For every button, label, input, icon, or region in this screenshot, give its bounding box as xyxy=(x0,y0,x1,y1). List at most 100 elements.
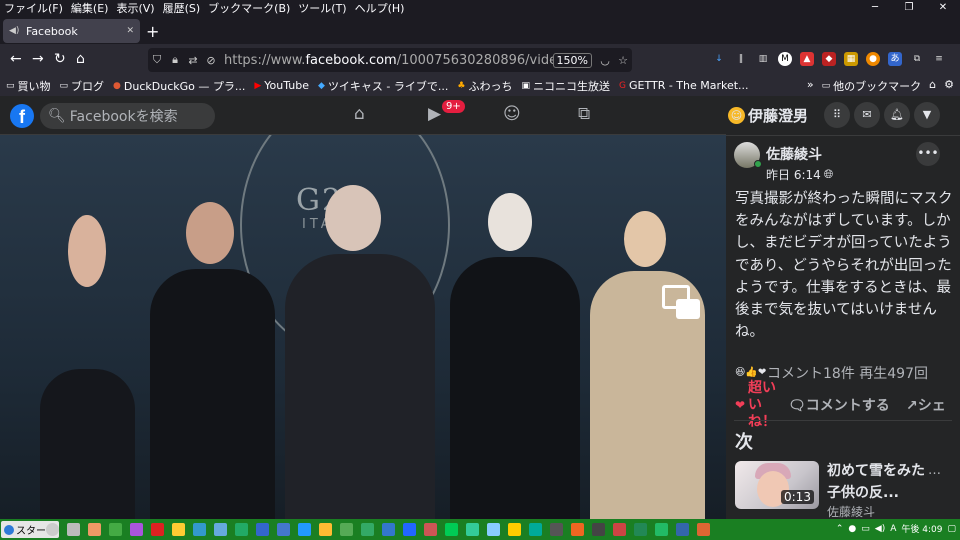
app-green4-icon[interactable] xyxy=(655,523,668,536)
bookmark-add-icon[interactable]: ⌂ xyxy=(929,78,936,94)
notification-center-icon[interactable]: ▢ xyxy=(947,524,956,534)
network-icon[interactable]: ▭ xyxy=(861,524,870,534)
shield-icon[interactable]: ⛉ xyxy=(148,53,166,67)
heart-icon[interactable]: ❤ xyxy=(735,398,745,412)
menu-edit[interactable]: 編集(E) xyxy=(67,0,113,16)
extension-m-icon[interactable]: M xyxy=(778,52,792,66)
extension-orange-icon[interactable]: ● xyxy=(866,52,880,66)
post-author[interactable]: 佐藤綾斗 xyxy=(766,144,822,164)
zoom-level[interactable]: 150% xyxy=(552,52,592,68)
menu-history[interactable]: 履歴(S) xyxy=(159,0,205,16)
youtube-taskbar-icon[interactable] xyxy=(151,523,164,536)
post-options-button[interactable]: ••• xyxy=(916,142,940,166)
facebook-logo-icon[interactable]: f xyxy=(10,104,34,128)
comment-button[interactable]: 🗨︎コメントする xyxy=(788,395,890,415)
app-yellow-icon[interactable] xyxy=(319,523,332,536)
new-tab-button[interactable]: + xyxy=(146,22,159,41)
app-gold-icon[interactable] xyxy=(508,523,521,536)
chrome-taskbar-icon[interactable] xyxy=(109,523,122,536)
url-text[interactable]: https://www.facebook.com/100075630280896… xyxy=(220,53,553,68)
app-window-icon[interactable] xyxy=(277,523,290,536)
app-orange-icon[interactable] xyxy=(571,523,584,536)
download-icon[interactable]: ↓ xyxy=(712,52,726,66)
speaker-icon[interactable]: ◀) xyxy=(9,26,21,36)
menu-file[interactable]: ファイル(F) xyxy=(0,0,67,16)
skype-taskbar-icon[interactable] xyxy=(529,523,542,536)
facebook-search-input[interactable]: 🔍︎ Facebookを検索 xyxy=(40,103,215,129)
nav-watch-icon[interactable]: ▶︎ xyxy=(428,104,441,124)
up-next-options-button[interactable]: … xyxy=(928,463,941,478)
library-icon[interactable]: ‖ xyxy=(734,52,748,66)
menu-bookmarks[interactable]: ブックマーク(B) xyxy=(204,0,294,16)
nav-groups-icon[interactable]: ☺ xyxy=(503,104,521,124)
account-menu-chevron-icon[interactable]: ▼ xyxy=(914,102,940,128)
app-blue-icon[interactable] xyxy=(193,523,206,536)
bookmark-niconico[interactable]: ▣ ニコニコ生放送 xyxy=(521,78,610,94)
up-next-thumbnail[interactable]: 0:13 xyxy=(735,461,819,509)
folder-taskbar-icon[interactable] xyxy=(172,523,185,536)
word-taskbar-icon[interactable] xyxy=(256,523,269,536)
menu-help[interactable]: ヘルプ(H) xyxy=(351,0,409,16)
app-menu-icon[interactable]: ≡ xyxy=(932,52,946,66)
messenger-icon[interactable]: ✉ xyxy=(854,102,880,128)
app-red2-icon[interactable] xyxy=(613,523,626,536)
app-dark-icon[interactable] xyxy=(550,523,563,536)
app-green-icon[interactable] xyxy=(340,523,353,536)
close-tab-icon[interactable]: ✕ xyxy=(126,26,134,36)
extension-red-icon[interactable]: ▲ xyxy=(800,52,814,66)
clock[interactable]: 午後 4:09 xyxy=(901,522,942,535)
extension-translate-icon[interactable]: あ xyxy=(888,52,902,66)
reaction-button[interactable]: 超いいね！ xyxy=(748,380,788,431)
ime-icon[interactable]: A xyxy=(890,524,896,534)
picture-in-picture-icon[interactable] xyxy=(662,285,700,319)
app-blue3-icon[interactable] xyxy=(676,523,689,536)
search-icon[interactable] xyxy=(46,523,59,536)
extension-ublock-icon[interactable]: ◆ xyxy=(822,52,836,66)
app-sky-icon[interactable] xyxy=(487,523,500,536)
lock-icon[interactable]: 🔒︎ xyxy=(166,53,184,67)
microphone-icon[interactable]: ● xyxy=(848,524,856,534)
bookmarks-overflow-button[interactable]: » xyxy=(807,78,814,94)
extension-yellow-icon[interactable]: ▦ xyxy=(844,52,858,66)
pocket-icon[interactable]: ◡ xyxy=(596,54,614,67)
up-next-channel[interactable]: 佐藤綾斗 xyxy=(827,503,875,520)
post-time[interactable]: 昨日 6:14 🌐︎ xyxy=(766,166,833,183)
app-lightblue-icon[interactable] xyxy=(214,523,227,536)
share-button[interactable]: ↗シェ xyxy=(906,395,946,415)
facebook-taskbar-icon[interactable] xyxy=(403,523,416,536)
permissions-icon[interactable]: ⇄ xyxy=(184,54,202,67)
sidebar-icon[interactable]: ▥ xyxy=(756,52,770,66)
line-taskbar-icon[interactable] xyxy=(445,523,458,536)
up-next-title[interactable]: 初めて雪をみた子供の反... xyxy=(827,460,927,504)
menu-tools[interactable]: ツール(T) xyxy=(294,0,350,16)
home-icon[interactable]: ⌂ xyxy=(76,51,85,67)
app-teal-icon[interactable] xyxy=(466,523,479,536)
app-gray-icon[interactable] xyxy=(592,523,605,536)
bookmark-settings-icon[interactable]: ⚙ xyxy=(944,78,954,94)
app-purple-icon[interactable] xyxy=(130,523,143,536)
account-name[interactable]: ☺ 伊藤澄男 xyxy=(728,105,808,126)
bookmark-blog[interactable]: ▭ ブログ xyxy=(60,78,105,94)
excel-taskbar-icon[interactable] xyxy=(235,523,248,536)
other-bookmarks[interactable]: ▭ 他のブックマーク xyxy=(822,78,922,94)
nav-gaming-icon[interactable]: ⧉ xyxy=(578,104,590,124)
dropbox-taskbar-icon[interactable] xyxy=(298,523,311,536)
menu-view[interactable]: 表示(V) xyxy=(112,0,158,16)
close-window-icon[interactable]: ✕ xyxy=(926,0,960,16)
minimize-icon[interactable]: ─ xyxy=(858,0,892,16)
reload-icon[interactable]: ↻ xyxy=(54,51,66,67)
bookmark-gettr[interactable]: G GETTR - The Market... xyxy=(619,79,749,92)
restore-icon[interactable]: ❐ xyxy=(892,0,926,16)
volume-icon[interactable]: ◀) xyxy=(875,524,885,534)
tab-facebook[interactable]: ◀) Facebook ✕ xyxy=(3,19,140,43)
app-green2-icon[interactable] xyxy=(361,523,374,536)
app-orange2-icon[interactable] xyxy=(697,523,710,536)
notifications-icon[interactable]: 🔔︎ xyxy=(884,102,910,128)
nav-home-icon[interactable]: ⌂ xyxy=(354,104,365,124)
forward-icon[interactable]: → xyxy=(32,51,44,67)
tray-chevron-icon[interactable]: ⌃ xyxy=(836,524,844,534)
url-bar[interactable]: ⛉ 🔒︎ ⇄ ⊘ https://www.facebook.com/100075… xyxy=(148,48,632,72)
back-icon[interactable]: ← xyxy=(10,51,22,67)
bookmark-fuwacchi[interactable]: ♣ ふわっち xyxy=(457,78,512,94)
app-blue2-icon[interactable] xyxy=(382,523,395,536)
